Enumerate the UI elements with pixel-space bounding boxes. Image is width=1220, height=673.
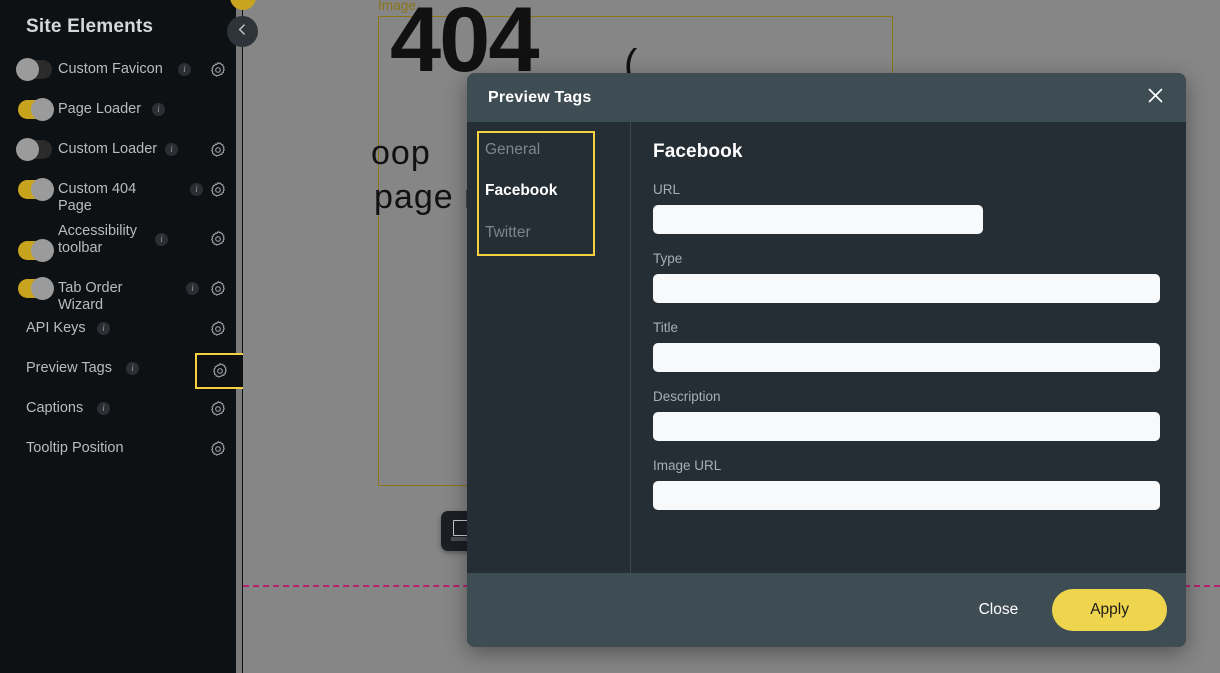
sidebar-item-label: Preview Tags: [26, 360, 112, 376]
input-url[interactable]: [653, 205, 983, 234]
settings-gear-button[interactable]: [195, 353, 243, 389]
sidebar-item-preview-tags[interactable]: Preview Tags i: [0, 349, 243, 389]
field-label-type: Type: [653, 251, 683, 266]
sidebar-item-label: Accessibility toolbar: [58, 223, 137, 256]
sidebar-item-tooltip-position[interactable]: Tooltip Position: [0, 429, 243, 469]
sidebar-item-label: Tooltip Position: [26, 440, 124, 456]
toggle-knob: [31, 178, 54, 201]
gear-icon: [209, 280, 227, 298]
sidebar-item-label: Captions: [26, 400, 84, 416]
tab-general[interactable]: General: [485, 141, 540, 159]
sidebar-item-label: Custom Loader: [58, 141, 158, 157]
toggle-switch[interactable]: [18, 178, 54, 201]
info-icon[interactable]: i: [155, 233, 168, 246]
close-button[interactable]: Close: [965, 593, 1033, 627]
info-icon[interactable]: i: [97, 402, 110, 415]
info-icon[interactable]: i: [186, 282, 199, 295]
toggle-switch[interactable]: [16, 138, 52, 161]
dialog-footer: Close Apply: [467, 573, 1186, 647]
gear-icon: [209, 440, 227, 458]
sidebar-item-page-loader[interactable]: Page Loader i: [0, 90, 243, 130]
dialog-header: Preview Tags: [467, 73, 1186, 122]
toggle-switch[interactable]: [18, 98, 54, 121]
toggle-knob: [16, 138, 39, 161]
dialog-tab-panel: General Facebook Twitter: [467, 122, 631, 573]
gear-icon: [209, 400, 227, 418]
info-icon[interactable]: i: [165, 143, 178, 156]
apply-button[interactable]: Apply: [1052, 589, 1167, 631]
sidebar-item-captions[interactable]: Captions i: [0, 389, 243, 429]
settings-gear-button[interactable]: [209, 400, 227, 418]
input-image-url[interactable]: [653, 481, 1160, 510]
info-icon[interactable]: i: [97, 322, 110, 335]
sidebar-item-label: API Keys: [26, 320, 86, 336]
gear-icon: [209, 320, 227, 338]
site-elements-sidebar: Site Elements Custom Favicon i Page Loader…: [0, 0, 243, 673]
field-label-image-url: Image URL: [653, 458, 722, 473]
sidebar-item-custom-loader[interactable]: Custom Loader i: [0, 130, 243, 170]
toggle-knob: [31, 277, 54, 300]
field-url: URL: [653, 182, 1160, 234]
sidebar-item-label: Custom 404 Page: [58, 181, 137, 214]
field-image-url: Image URL: [653, 458, 1160, 510]
field-type: Type: [653, 251, 1160, 303]
settings-gear-button[interactable]: [209, 61, 227, 79]
page-title: Site Elements: [26, 16, 154, 37]
gear-icon: [209, 141, 227, 159]
info-icon[interactable]: i: [178, 63, 191, 76]
field-label-title: Title: [653, 320, 679, 335]
sidebar-item-label: Custom Favicon: [58, 61, 163, 77]
gear-icon: [209, 230, 227, 248]
input-type[interactable]: [653, 274, 1160, 303]
field-label-description: Description: [653, 389, 721, 404]
settings-gear-button[interactable]: [209, 141, 227, 159]
tab-facebook[interactable]: Facebook: [485, 182, 557, 200]
toggle-knob: [31, 239, 54, 262]
dialog-body: General Facebook Twitter Facebook URL Type T…: [467, 122, 1186, 573]
gear-icon: [211, 362, 229, 380]
input-title[interactable]: [653, 343, 1160, 372]
settings-gear-button[interactable]: [209, 440, 227, 458]
field-label-url: URL: [653, 182, 681, 197]
error-text-line-1: oop: [371, 134, 431, 172]
preview-tags-dialog: Preview Tags General Facebook Twitter Face…: [467, 73, 1186, 647]
toggle-switch[interactable]: [18, 277, 54, 300]
toggle-knob: [31, 98, 54, 121]
sidebar-item-custom-favicon[interactable]: Custom Favicon i: [0, 50, 243, 90]
toggle-knob: [16, 58, 39, 81]
gear-icon: [209, 181, 227, 199]
sidebar-collapse-button[interactable]: [227, 16, 258, 47]
gear-icon: [209, 61, 227, 79]
chevron-left-icon: [236, 23, 249, 41]
dialog-form-panel: Facebook URL Type Title Description Image UR…: [631, 122, 1186, 573]
tab-twitter[interactable]: Twitter: [485, 224, 531, 242]
info-icon[interactable]: i: [126, 362, 139, 375]
form-heading: Facebook: [653, 141, 743, 162]
sidebar-item-custom-404-page[interactable]: Custom 404 Page i: [0, 170, 243, 214]
sidebar-item-api-keys[interactable]: API Keys i: [0, 309, 243, 349]
toggle-switch[interactable]: [18, 239, 54, 262]
sidebar-item-label: Page Loader: [58, 101, 142, 117]
info-icon[interactable]: i: [190, 183, 203, 196]
toggle-switch[interactable]: [16, 58, 52, 81]
settings-gear-button[interactable]: [209, 181, 227, 199]
close-icon: [1147, 87, 1164, 109]
settings-gear-button[interactable]: [209, 320, 227, 338]
sidebar-item-tab-order-wizard[interactable]: Tab Order Wizard i: [0, 269, 243, 313]
field-title: Title: [653, 320, 1160, 372]
dialog-close-button[interactable]: [1142, 85, 1168, 111]
field-description: Description: [653, 389, 1160, 441]
sidebar-item-accessibility-toolbar[interactable]: Accessibility toolbar i: [0, 219, 243, 262]
info-icon[interactable]: i: [152, 103, 165, 116]
dialog-title: Preview Tags: [488, 88, 592, 106]
form-field-list: URL Type Title Description Image URL: [653, 182, 1160, 510]
settings-gear-button[interactable]: [209, 280, 227, 298]
input-description[interactable]: [653, 412, 1160, 441]
settings-gear-button[interactable]: [209, 230, 227, 248]
